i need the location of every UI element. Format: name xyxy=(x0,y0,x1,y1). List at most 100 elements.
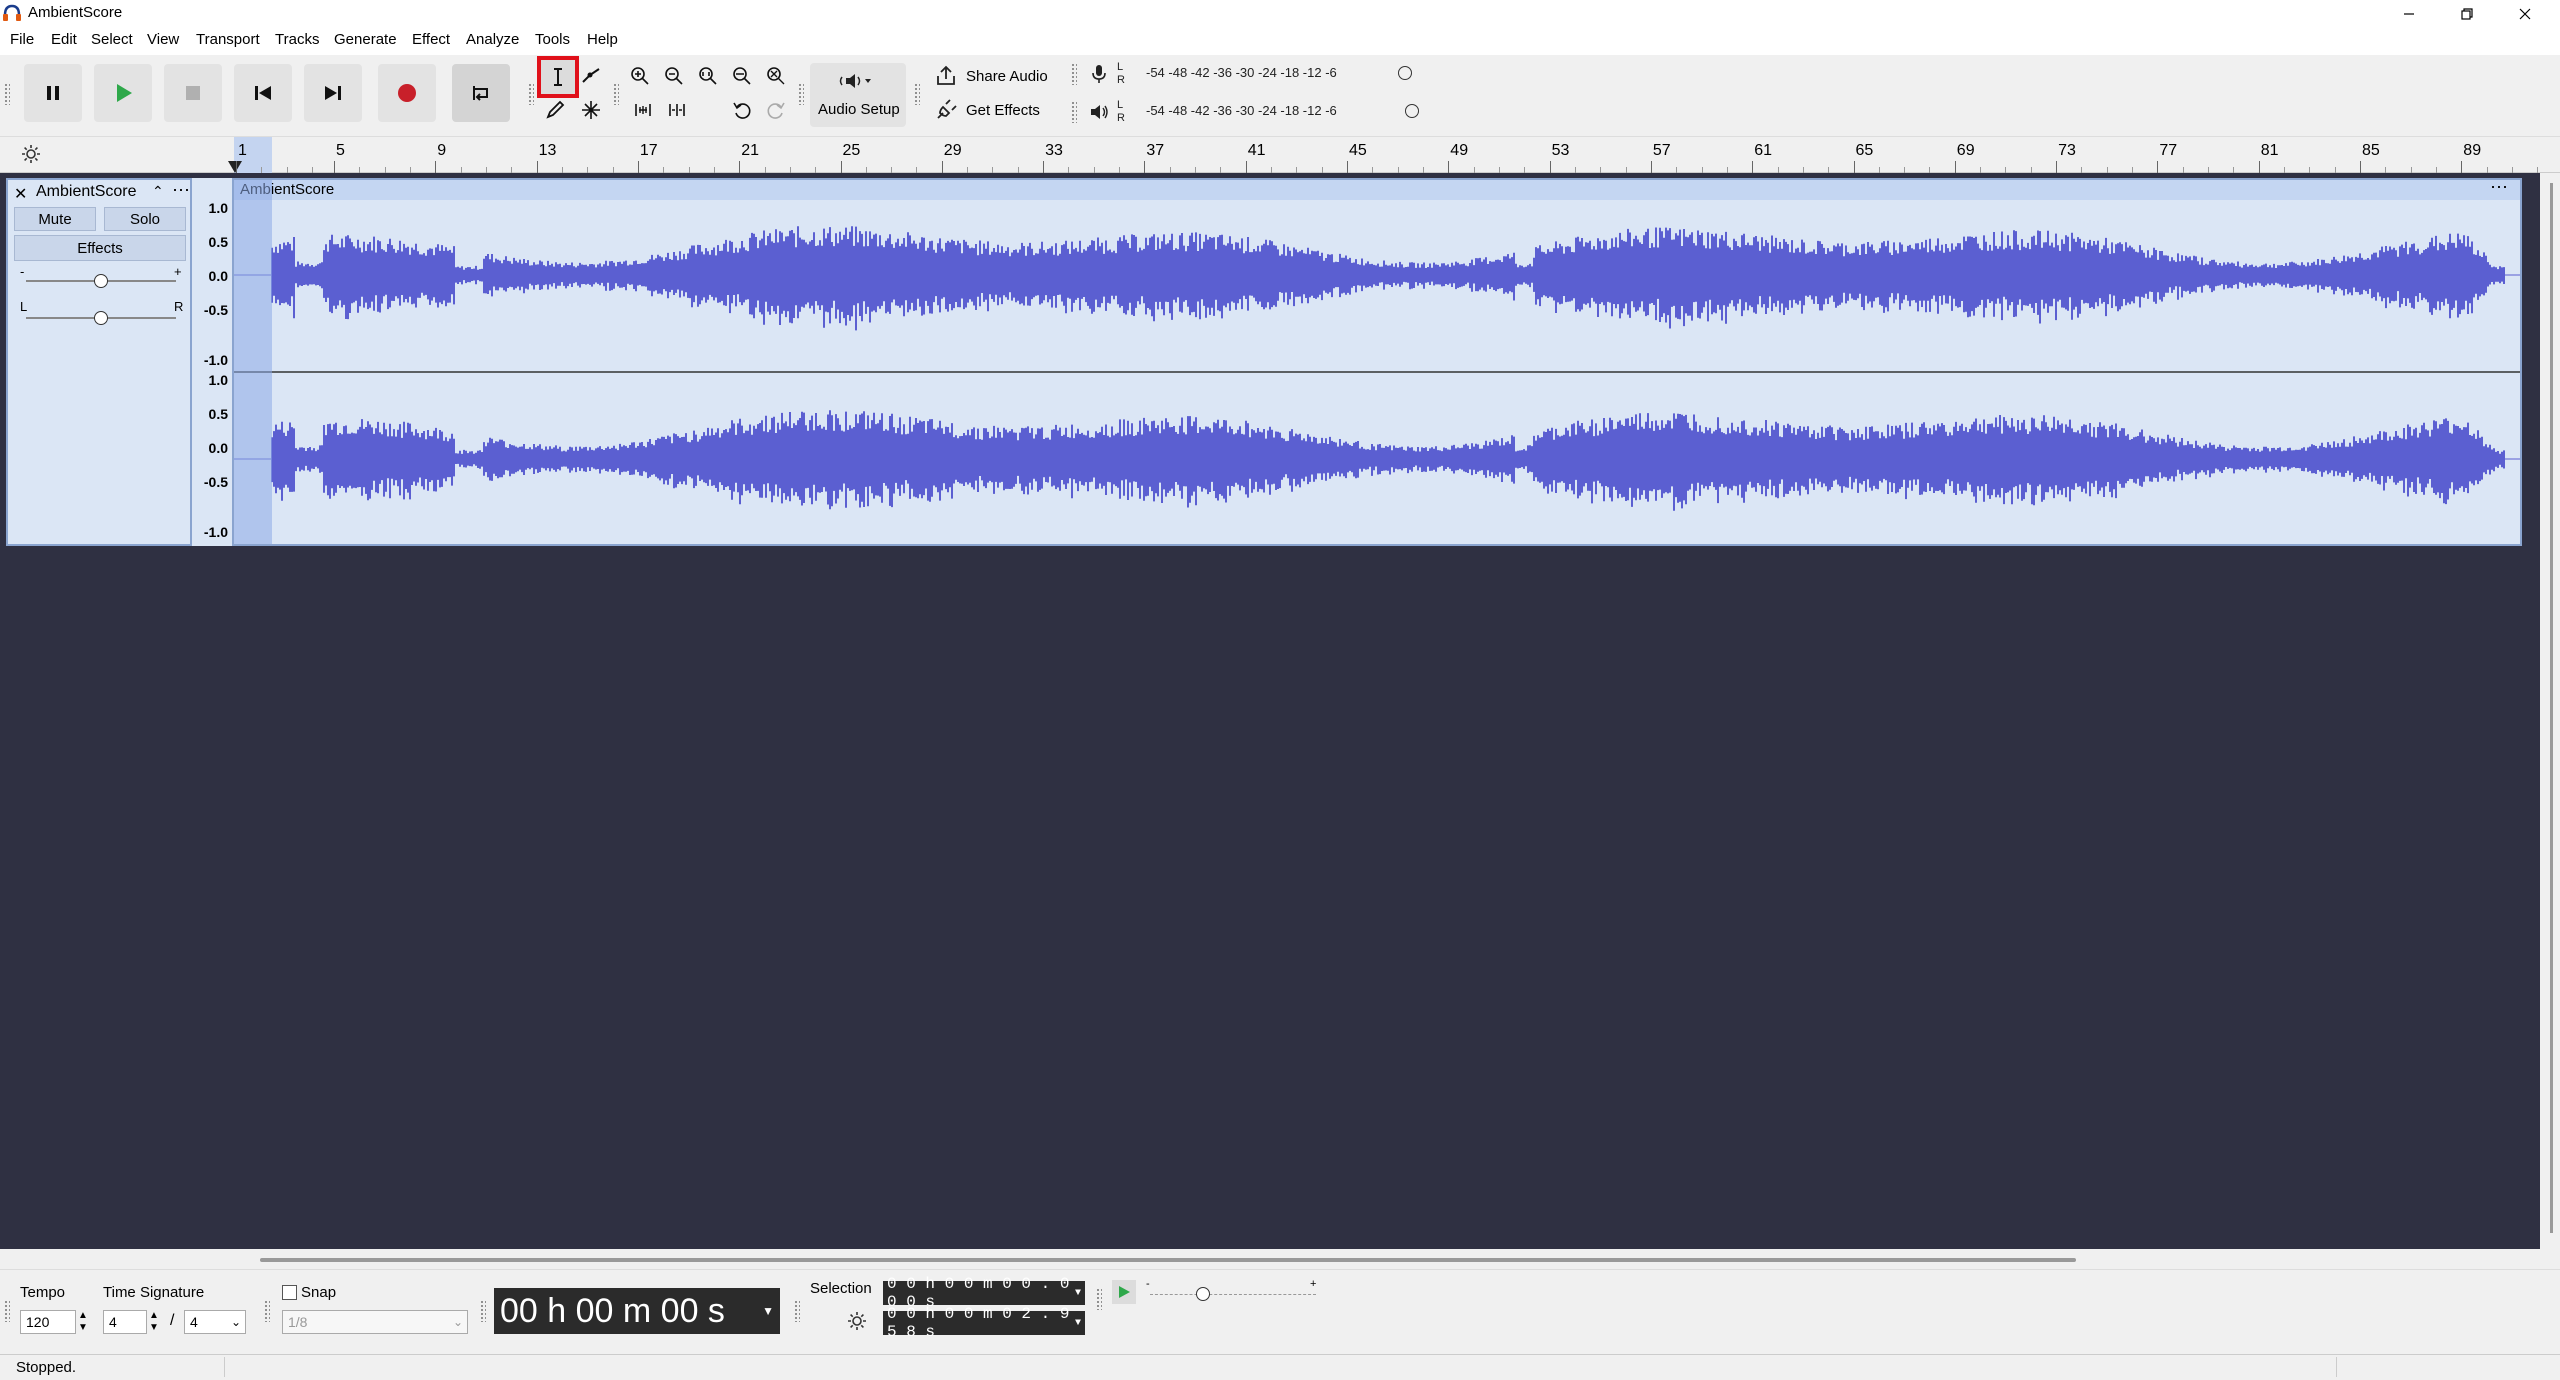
mute-button[interactable]: Mute xyxy=(14,207,96,231)
time-signature-numerator[interactable]: 4 xyxy=(103,1310,147,1334)
skip-to-end-button[interactable] xyxy=(304,64,362,122)
toolbar-grip[interactable] xyxy=(914,83,920,105)
horizontal-scroll-thumb[interactable] xyxy=(260,1258,2076,1262)
toolbar-grip[interactable] xyxy=(794,1300,800,1322)
time-display[interactable]: 00 h 00 m 00 s ▼ xyxy=(494,1288,780,1334)
record-button[interactable] xyxy=(378,64,436,122)
skip-to-start-button[interactable] xyxy=(234,64,292,122)
clip-header[interactable]: AmbientScore ⋯ xyxy=(234,177,2520,200)
toolbar-grip[interactable] xyxy=(1071,101,1077,123)
get-effects-button[interactable]: Get Effects xyxy=(934,95,1040,125)
menu-select[interactable]: Select xyxy=(91,31,133,48)
play-at-speed-button[interactable] xyxy=(1112,1280,1136,1304)
undo-button[interactable] xyxy=(728,96,756,124)
toolbar-grip[interactable] xyxy=(1096,1288,1102,1310)
minimize-button[interactable] xyxy=(2380,0,2438,28)
time-signature-denominator[interactable]: 4 ⌄ xyxy=(184,1310,246,1334)
toolbar-grip[interactable] xyxy=(4,1300,10,1322)
meter-channel-r: R xyxy=(1117,74,1125,86)
envelope-tool-button[interactable] xyxy=(577,62,605,90)
trim-button[interactable] xyxy=(629,96,657,124)
playback-meter-scale[interactable]: -54 -48 -42 -36 -30 -24 -18 -12 -6 xyxy=(1146,103,1337,118)
selection-region[interactable] xyxy=(234,180,272,544)
menu-help[interactable]: Help xyxy=(587,31,618,48)
menu-transport[interactable]: Transport xyxy=(196,31,260,48)
zoom-toggle-button[interactable] xyxy=(762,62,790,90)
loop-button[interactable] xyxy=(452,64,510,122)
selection-start-time[interactable]: 0 0 h 0 0 m 0 0 . 0 0 0 s ▼ xyxy=(883,1275,1085,1311)
share-audio-button[interactable]: Share Audio xyxy=(934,61,1048,91)
tempo-spinner-icon[interactable]: ▲ ▼ xyxy=(78,1310,88,1334)
waveform-clip[interactable] xyxy=(232,178,2522,546)
menu-edit[interactable]: Edit xyxy=(51,31,77,48)
effects-button[interactable]: Effects xyxy=(14,235,186,261)
horizontal-scrollbar[interactable] xyxy=(0,1249,2560,1269)
toolbar-grip[interactable] xyxy=(798,83,804,105)
track-control-panel[interactable]: ✕ AmbientScore ⌃ ⋯ Mute Solo Effects - +… xyxy=(6,178,192,546)
close-icon xyxy=(2519,8,2531,20)
close-track-icon[interactable]: ✕ xyxy=(14,184,27,204)
close-window-button[interactable] xyxy=(2496,0,2554,28)
timeline-settings-gear-icon[interactable] xyxy=(20,143,42,169)
multi-tool-button[interactable] xyxy=(577,96,605,124)
menu-view[interactable]: View xyxy=(147,31,179,48)
get-effects-label: Get Effects xyxy=(966,101,1040,119)
playback-speaker-icon[interactable] xyxy=(1088,101,1110,127)
redo-button[interactable] xyxy=(762,96,790,124)
record-meter-scale[interactable]: -54 -48 -42 -36 -30 -24 -18 -12 -6 xyxy=(1146,65,1337,80)
audio-setup-button[interactable]: Audio Setup xyxy=(810,63,906,127)
selection-end-time[interactable]: 0 0 h 0 0 m 0 2 . 9 5 8 s ▼ xyxy=(883,1305,1085,1341)
playhead-marker[interactable] xyxy=(228,161,242,173)
tempo-input[interactable]: 120 xyxy=(20,1310,76,1334)
play-button[interactable] xyxy=(94,64,152,122)
menu-tracks[interactable]: Tracks xyxy=(275,31,319,48)
toolbar-grip[interactable] xyxy=(264,1300,270,1322)
track-menu-icon[interactable]: ⋯ xyxy=(172,180,190,201)
numerator-spinner-icon[interactable]: ▲ ▼ xyxy=(149,1310,159,1334)
stop-button[interactable] xyxy=(164,64,222,122)
right-channel-waveform[interactable] xyxy=(271,410,2505,511)
solo-button[interactable]: Solo xyxy=(104,207,186,231)
speed-slider-track[interactable] xyxy=(1150,1294,1316,1295)
amplitude-scale[interactable]: 1.0 0.5 0.0 -0.5 -1.0 1.0 0.5 0.0 -0.5 -… xyxy=(192,178,232,546)
menu-generate[interactable]: Generate xyxy=(334,31,397,48)
restore-button[interactable] xyxy=(2438,0,2496,28)
fit-project-button[interactable] xyxy=(728,62,756,90)
trim-icon xyxy=(635,104,651,116)
zoom-in-button[interactable] xyxy=(626,62,654,90)
menu-tools[interactable]: Tools xyxy=(535,31,570,48)
ruler-tick-label: 9 xyxy=(437,142,447,159)
left-channel-waveform[interactable] xyxy=(271,226,2505,331)
vertical-scroll-thumb[interactable] xyxy=(2550,183,2553,1233)
collapse-track-icon[interactable]: ⌃ xyxy=(152,183,164,200)
waveform-display[interactable] xyxy=(234,180,2520,544)
microphone-icon[interactable] xyxy=(1090,63,1108,89)
menu-analyze[interactable]: Analyze xyxy=(466,31,519,48)
speed-slider-thumb[interactable] xyxy=(1196,1287,1210,1301)
toolbar-grip[interactable] xyxy=(613,83,619,105)
share-icon xyxy=(937,65,955,85)
zoom-out-button[interactable] xyxy=(660,62,688,90)
record-meter-knob-icon[interactable] xyxy=(1398,66,1412,80)
toolbar-grip[interactable] xyxy=(480,1300,486,1322)
track-name[interactable]: AmbientScore xyxy=(36,183,137,201)
pan-slider-thumb[interactable] xyxy=(94,311,108,325)
fit-selection-button[interactable] xyxy=(694,62,722,90)
playback-meter-knob-icon[interactable] xyxy=(1405,104,1419,118)
vertical-scrollbar[interactable] xyxy=(2544,173,2560,1249)
silence-button[interactable] xyxy=(663,96,691,124)
selection-tool-button[interactable] xyxy=(537,56,579,98)
snap-select[interactable]: 1/8 ⌄ xyxy=(282,1310,468,1334)
menu-effect[interactable]: Effect xyxy=(412,31,450,48)
selection-settings-gear-icon[interactable] xyxy=(846,1310,868,1336)
pause-button[interactable] xyxy=(24,64,82,122)
toolbar-grip[interactable] xyxy=(4,83,10,105)
timeline-ruler[interactable]: 1 5 9 13 17 21 25 29 33 37 41 45 49 53 57 61 65 69 73 77 81 8… xyxy=(0,137,2560,173)
menu-file[interactable]: File xyxy=(10,31,34,48)
gain-slider-thumb[interactable] xyxy=(94,274,108,288)
clip-menu-icon[interactable]: ⋯ xyxy=(2490,177,2508,198)
draw-tool-button[interactable] xyxy=(541,96,569,124)
toolbar-grip[interactable] xyxy=(1071,63,1077,85)
toolbar-grip[interactable] xyxy=(528,83,534,105)
snap-checkbox[interactable] xyxy=(282,1285,297,1300)
